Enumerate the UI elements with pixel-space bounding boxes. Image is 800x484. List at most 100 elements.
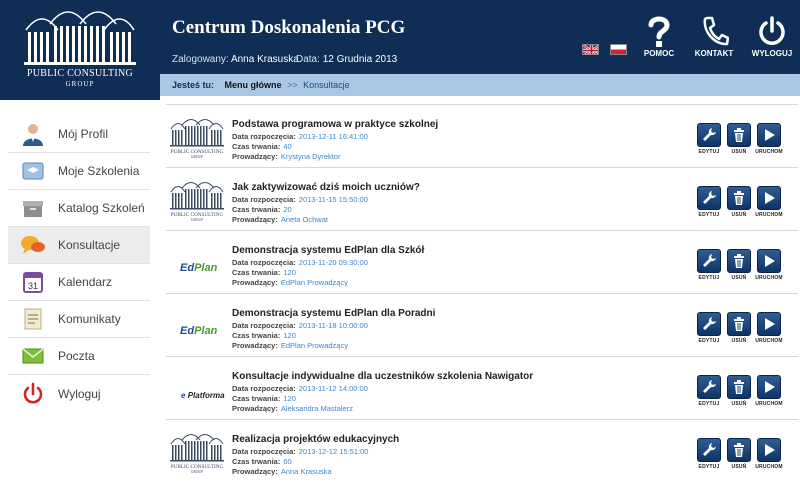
trash-icon <box>734 191 744 205</box>
logged-user-name: Anna Krasuska <box>230 54 299 65</box>
run-label: URUCHOM <box>755 338 783 344</box>
organizer-logo: PUBLIC CONSULTING GROUP <box>168 178 226 222</box>
duration-line: Czas trwania: 40 <box>232 142 292 151</box>
duration-value: 40 <box>283 142 292 151</box>
start-date-value: 2013-11-12 14:00:00 <box>298 384 368 393</box>
eplatforma-logo: e Platforma <box>181 391 225 400</box>
edit-label: EDYTUJ <box>698 275 720 281</box>
power-icon <box>8 382 58 406</box>
sidebar-item-label: Konsultacje <box>58 238 121 252</box>
help-label: POMOC <box>643 49 675 58</box>
sidebar-item-logout[interactable]: Wyloguj <box>8 375 150 412</box>
start-date-line: Data rozpoczęcia: 2013-12-11 16:41:00 <box>232 132 368 141</box>
edit-button[interactable]: EDYTUJ <box>694 312 724 344</box>
host-value[interactable]: Anna Krasuska <box>281 467 332 476</box>
sidebar-item-announcements[interactable]: Komunikaty <box>8 301 150 338</box>
sidebar-item-trainings[interactable]: Moje Szkolenia <box>8 153 150 190</box>
delete-button[interactable]: USUŃ <box>724 438 754 470</box>
wrench-icon <box>703 254 716 267</box>
pcg-logo[interactable]: PUBLIC CONSULTING GROUP <box>0 0 160 100</box>
run-label: URUCHOM <box>755 149 783 155</box>
sidebar-item-profile[interactable]: Mój Profil <box>8 116 150 153</box>
delete-button[interactable]: USUŃ <box>724 375 754 407</box>
pcg-logo-subtext: GROUP <box>191 155 203 159</box>
sidebar-item-consultations[interactable]: Konsultacje <box>8 227 150 264</box>
edplan-logo-a: Ed <box>180 325 195 337</box>
host-value[interactable]: EdPlan Prowadzący <box>281 278 348 287</box>
consultation-title[interactable]: Konsultacje indywidualne dla uczestników… <box>232 371 533 382</box>
run-button[interactable]: URUCHOM <box>754 249 784 281</box>
host-value[interactable]: Krystyna Dyrektor <box>281 152 341 161</box>
run-button[interactable]: URUCHOM <box>754 438 784 470</box>
duration-label: Czas trwania: <box>232 268 281 277</box>
host-value[interactable]: Aleksandra Mastalerz <box>281 404 353 413</box>
start-date-line: Data rozpoczęcia: 2013-11-18 10:00:00 <box>232 321 368 330</box>
edit-button[interactable]: EDYTUJ <box>694 375 724 407</box>
organizer-logo: e Platforma <box>168 367 226 411</box>
training-icon <box>8 159 58 183</box>
breadcrumb-home-link[interactable]: Menu główne <box>225 80 282 90</box>
host-label: Prowadzący: <box>232 467 278 476</box>
run-button[interactable]: URUCHOM <box>754 186 784 218</box>
consultation-row: PUBLIC CONSULTING GROUP Jak zaktywizować … <box>166 167 798 230</box>
delete-button[interactable]: USUŃ <box>724 186 754 218</box>
sidebar-item-mail[interactable]: Poczta <box>8 338 150 375</box>
row-actions: EDYTUJ USUŃ URUCHOM <box>694 249 784 283</box>
wrench-icon <box>703 128 716 141</box>
sidebar-item-calendar[interactable]: 31 Kalendarz <box>8 264 150 301</box>
duration-value: 20 <box>283 205 292 214</box>
logout-header-button[interactable]: WYLOGUJ <box>744 14 800 58</box>
consultation-title[interactable]: Podstawa programowa w praktyce szkolnej <box>232 119 438 130</box>
help-button[interactable]: POMOC <box>631 14 687 58</box>
pcg-logo-subtext: GROUP <box>191 470 203 474</box>
contact-button[interactable]: KONTAKT <box>686 14 742 58</box>
delete-label: USUŃ <box>731 338 747 344</box>
start-date-value: 2013-11-15 15:50:00 <box>298 195 368 204</box>
logout-label: WYLOGUJ <box>751 49 793 58</box>
consultation-title[interactable]: Realizacja projektów edukacyjnych <box>232 434 399 445</box>
host-label: Prowadzący: <box>232 215 278 224</box>
consultation-row: EdPlan Demonstracja systemu EdPlan dla P… <box>166 293 798 356</box>
consultation-title[interactable]: Demonstracja systemu EdPlan dla Szkół <box>232 245 424 256</box>
edit-button[interactable]: EDYTUJ <box>694 249 724 281</box>
notes-icon <box>8 307 58 331</box>
calendar-day: 31 <box>28 281 38 291</box>
run-button[interactable]: URUCHOM <box>754 312 784 344</box>
app-title: Centrum Doskonalenia PCG <box>172 17 406 38</box>
edit-label: EDYTUJ <box>698 212 720 218</box>
edit-button[interactable]: EDYTUJ <box>694 438 724 470</box>
date-label: Data: <box>296 54 320 65</box>
run-button[interactable]: URUCHOM <box>754 123 784 155</box>
eplatforma-logo-a: e <box>181 391 186 400</box>
host-value[interactable]: Aneta Ochwat <box>281 215 328 224</box>
delete-button[interactable]: USUŃ <box>724 123 754 155</box>
edplan-logo: EdPlan <box>180 262 217 274</box>
polish-flag-icon[interactable] <box>610 44 627 55</box>
english-flag-icon[interactable] <box>582 44 599 55</box>
host-line: Prowadzący: Aneta Ochwat <box>232 215 328 224</box>
host-value[interactable]: EdPlan Prowadzący <box>281 341 348 350</box>
phone-icon <box>686 14 742 48</box>
wrench-icon <box>703 443 716 456</box>
edplan-logo: EdPlan <box>180 325 217 337</box>
delete-label: USUŃ <box>731 464 747 470</box>
sidebar-item-label: Kalendarz <box>58 275 113 289</box>
start-date-value: 2013-11-18 10:00:00 <box>298 321 368 330</box>
duration-label: Czas trwania: <box>232 457 281 466</box>
sidebar-item-catalog[interactable]: Katalog Szkoleń <box>8 190 150 227</box>
edplan-logo-b: Plan <box>194 325 218 337</box>
delete-button[interactable]: USUŃ <box>724 312 754 344</box>
sidebar-item-label: Komunikaty <box>58 312 121 326</box>
pcg-columns-icon: PUBLIC CONSULTINGGROUP <box>170 182 224 222</box>
edit-button[interactable]: EDYTUJ <box>694 186 724 218</box>
consultation-title[interactable]: Jak zaktywizować dziś moich uczniów? <box>232 182 420 193</box>
duration-line: Czas trwania: 120 <box>232 394 296 403</box>
trash-icon <box>734 128 744 142</box>
mail-icon <box>8 344 58 368</box>
run-button[interactable]: URUCHOM <box>754 375 784 407</box>
edit-button[interactable]: EDYTUJ <box>694 123 724 155</box>
delete-button[interactable]: USUŃ <box>724 249 754 281</box>
consultation-title[interactable]: Demonstracja systemu EdPlan dla Poradni <box>232 308 435 319</box>
chat-bubbles-icon <box>8 233 58 257</box>
host-label: Prowadzący: <box>232 404 278 413</box>
